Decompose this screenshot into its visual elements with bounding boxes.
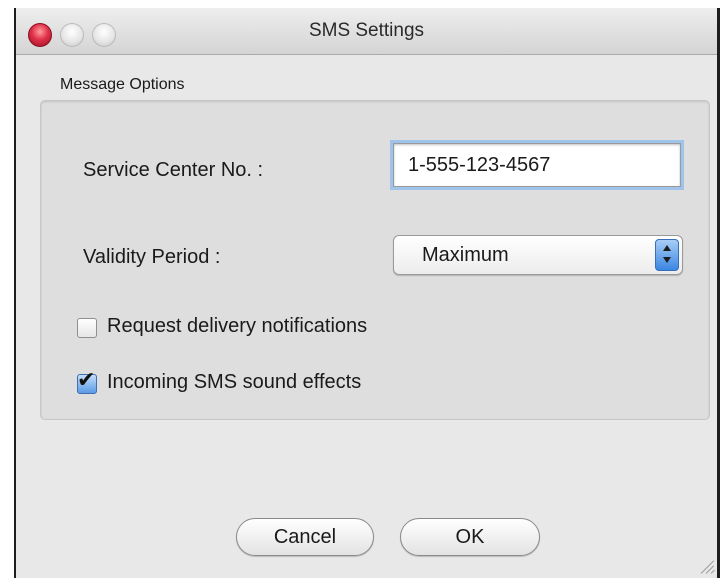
validity-period-value: Maximum bbox=[422, 244, 509, 266]
cancel-button[interactable]: Cancel bbox=[236, 518, 374, 556]
validity-period-select[interactable]: Maximum bbox=[393, 235, 683, 275]
sms-settings-window: SMS Settings Message Options Service Cen… bbox=[14, 8, 720, 578]
validity-period-label: Validity Period : bbox=[83, 246, 221, 268]
ok-button[interactable]: OK bbox=[400, 518, 540, 556]
delivery-notifications-label[interactable]: Request delivery notifications bbox=[107, 315, 367, 338]
service-center-label: Service Center No. : bbox=[83, 159, 264, 181]
service-center-input[interactable]: 1-555-123-4567 bbox=[393, 143, 681, 187]
group-label: Message Options bbox=[60, 76, 185, 93]
select-arrows-icon bbox=[655, 239, 679, 271]
delivery-notifications-checkbox[interactable] bbox=[77, 318, 97, 338]
message-options-group: Service Center No. : 1-555-123-4567 Vali… bbox=[40, 100, 710, 420]
checkmark-icon: ✔ bbox=[77, 367, 96, 392]
sound-effects-checkbox[interactable]: ✔ bbox=[77, 369, 97, 394]
sound-effects-label[interactable]: Incoming SMS sound effects bbox=[107, 371, 361, 394]
title-bar[interactable]: SMS Settings bbox=[16, 8, 717, 55]
resize-grip-icon[interactable] bbox=[699, 558, 715, 574]
window-title: SMS Settings bbox=[308, 20, 425, 41]
